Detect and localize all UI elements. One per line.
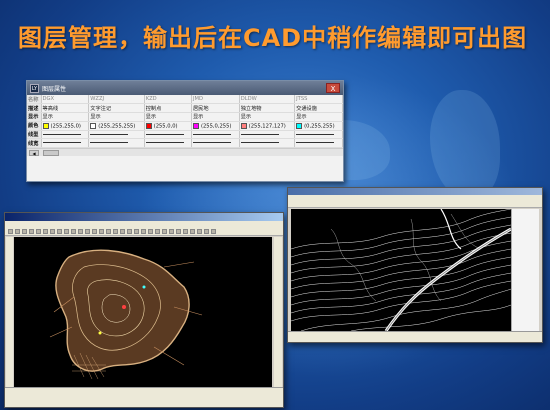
row-label: 线型 (27, 130, 42, 140)
layer-cell[interactable] (191, 138, 240, 149)
line-sample (240, 133, 279, 135)
app-icon: LY (30, 83, 39, 93)
line-sample (240, 142, 279, 144)
layer-cell[interactable]: (255,0,0) (144, 121, 192, 131)
row-label: 描述 (27, 103, 42, 114)
layer-cell[interactable] (88, 138, 145, 149)
color-value: (255,255,0) (50, 123, 81, 130)
layer-cell[interactable] (191, 130, 240, 140)
layer-cell[interactable] (294, 138, 343, 149)
layer-cell[interactable]: 等高线 (41, 103, 90, 114)
close-icon[interactable]: X (326, 83, 340, 93)
three-d-viewer-window (287, 187, 543, 343)
layer-row-color: 颜色 (255,255,0) (255,255,255) (255,0,0) (255,… (27, 121, 343, 131)
layer-cell[interactable] (239, 138, 296, 149)
layer-cell[interactable]: 控制点 (144, 103, 192, 114)
cad-toolbar[interactable] (5, 228, 283, 236)
layer-cell[interactable]: 显示 (41, 112, 90, 122)
line-sample (192, 142, 231, 144)
horizontal-scrollbar[interactable]: ◀ (27, 148, 343, 157)
layer-cell[interactable]: (255,0,255) (191, 121, 240, 131)
layer-cell[interactable] (144, 130, 192, 140)
row-label: 名称 (27, 95, 42, 105)
layer-cell[interactable]: (255,127,127) (239, 121, 296, 131)
cad-titlebar[interactable] (5, 213, 283, 221)
cad-drawing-canvas[interactable] (14, 237, 272, 387)
line-sample (192, 133, 231, 135)
layer-cell[interactable]: KZD (144, 95, 192, 105)
layer-cell[interactable]: DLDW (239, 95, 296, 105)
layer-cell[interactable]: (255,255,0) (41, 121, 90, 131)
color-value: (255,0,0) (153, 123, 178, 130)
slide-title: 图层管理，输出后在CAD中稍作编辑即可出图 (18, 24, 528, 52)
line-sample (90, 133, 129, 135)
layer-cell[interactable]: WZZJ (88, 95, 145, 105)
layer-row-display: 显示 显示 显示 显示 显示 显示 显示 (27, 112, 343, 122)
row-label: 显示 (27, 112, 42, 122)
cad-command-line[interactable] (5, 387, 283, 407)
color-swatch[interactable] (145, 122, 152, 129)
color-swatch[interactable] (90, 122, 97, 129)
cad-left-toolbar[interactable] (6, 237, 13, 387)
line-sample (90, 142, 129, 144)
three-d-terrain-canvas[interactable] (291, 209, 511, 331)
layer-cell[interactable] (88, 130, 145, 140)
layer-cell[interactable] (41, 130, 90, 140)
color-value: (255,255,255) (98, 123, 136, 130)
line-sample (296, 133, 335, 135)
layer-cell[interactable]: 交通设施 (294, 103, 343, 114)
row-label: 线宽 (27, 138, 42, 149)
layer-cell[interactable]: 显示 (88, 112, 145, 122)
color-swatch[interactable] (192, 122, 199, 129)
line-sample (145, 133, 184, 135)
color-swatch[interactable] (42, 122, 49, 129)
layer-cell[interactable]: 独立地物 (239, 103, 296, 114)
cad-menubar[interactable] (5, 221, 283, 228)
layer-cell[interactable]: JMD (191, 95, 240, 105)
layer-cell[interactable] (144, 138, 192, 149)
layer-cell[interactable]: 显示 (239, 112, 296, 122)
three-d-status-bar (288, 331, 542, 342)
terrain-contour-drawing (291, 209, 511, 331)
layer-row-ltype: 线型 (27, 130, 343, 140)
three-d-side-panel (511, 209, 539, 331)
layer-cell[interactable]: 居民地 (191, 103, 240, 114)
color-swatch[interactable] (296, 122, 303, 129)
line-sample (145, 142, 184, 144)
layer-cell[interactable]: (0,255,255) (294, 121, 343, 131)
line-sample (42, 133, 81, 135)
line-sample (296, 142, 335, 144)
layer-cell[interactable]: DGX (41, 95, 90, 105)
layer-table: 名称 DGX WZZJ KZD JMD DLDW JTSS 描述 等高线 文字注记 控制点 居民地 独立… (27, 95, 343, 149)
line-sample (42, 142, 81, 144)
layer-window-titlebar[interactable]: LY 图层属性 X (27, 81, 343, 95)
layer-cell[interactable]: 文字注记 (88, 103, 145, 114)
layer-cell[interactable]: 显示 (144, 112, 192, 122)
layer-manager-window: LY 图层属性 X 名称 DGX WZZJ KZD JMD DLDW JTSS 描述 等高线 文字… (26, 80, 344, 182)
layer-row-name: 名称 DGX WZZJ KZD JMD DLDW JTSS (27, 95, 343, 105)
color-value: (0,255,255) (304, 123, 335, 130)
layer-cell[interactable]: JTSS (294, 95, 343, 105)
layer-cell[interactable] (41, 138, 90, 149)
layer-cell[interactable]: 显示 (191, 112, 240, 122)
color-value: (255,127,127) (248, 123, 286, 130)
layer-cell[interactable]: (255,255,255) (88, 121, 145, 131)
cad-window (4, 212, 284, 408)
layer-row-desc: 描述 等高线 文字注记 控制点 居民地 独立地物 交通设施 (27, 103, 343, 114)
three-d-toolbar[interactable] (288, 200, 542, 208)
layer-cell[interactable] (294, 130, 343, 140)
three-d-titlebar[interactable] (288, 188, 542, 195)
contour-map-drawing (49, 249, 203, 380)
row-label: 颜色 (27, 121, 42, 131)
scroll-thumb[interactable] (43, 150, 59, 157)
color-value: (255,0,255) (200, 123, 232, 130)
cad-right-toolbar[interactable] (274, 237, 282, 387)
layer-row-lwidth: 线宽 (27, 138, 343, 149)
layer-cell[interactable] (239, 130, 296, 140)
layer-window-title: 图层属性 (42, 85, 67, 93)
scroll-left-icon[interactable]: ◀ (29, 150, 39, 157)
layer-cell[interactable]: 显示 (294, 112, 343, 122)
color-swatch[interactable] (240, 122, 247, 129)
